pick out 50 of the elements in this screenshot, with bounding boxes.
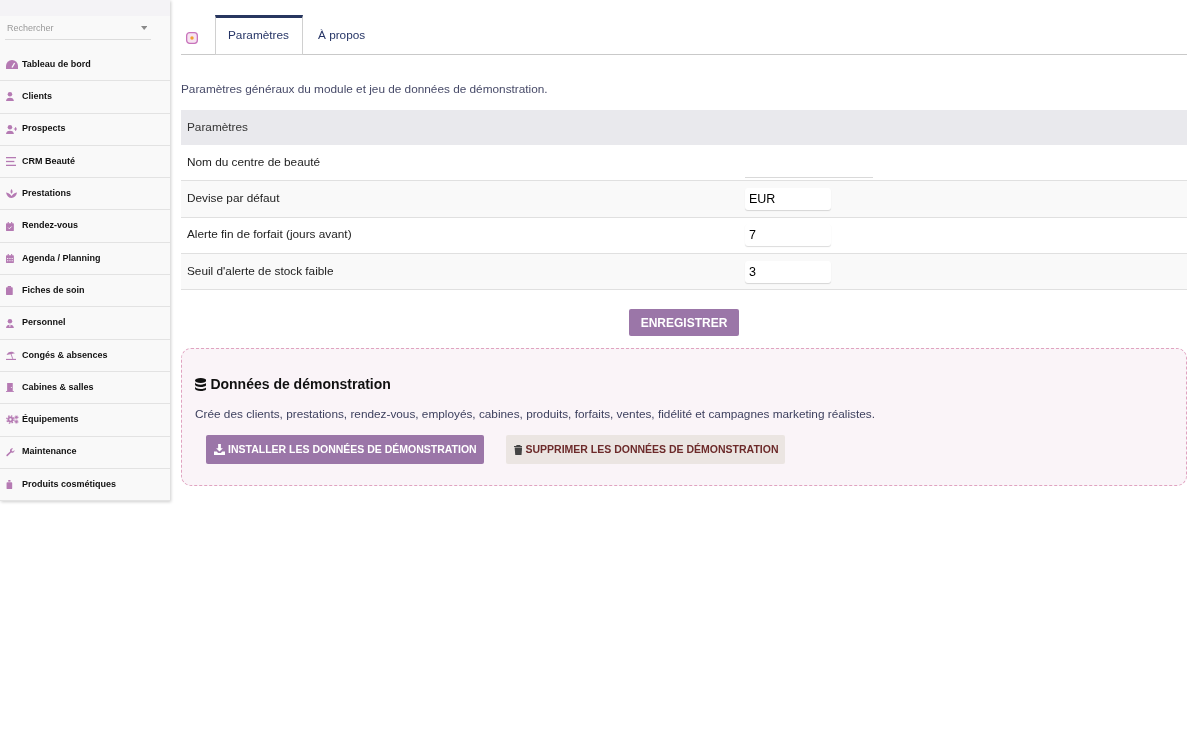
tab[interactable]: À propos	[305, 15, 380, 55]
bottle-icon	[6, 480, 13, 489]
gauge-icon	[6, 60, 18, 70]
user-plus-icon	[6, 124, 18, 134]
sidebar-item[interactable]: CRM Beauté	[0, 145, 170, 179]
calendar-icon	[6, 253, 14, 263]
caret-icon	[140, 26, 147, 30]
description-text: Crée des clients, prestations, rendez-vous, employés, cabines, produits, forfaits, ventes, fidélité et campagnes marketing réalistes.	[195, 406, 876, 424]
text-field[interactable]: 3	[745, 260, 831, 283]
table-header: Paramètres	[181, 110, 1187, 145]
search-field[interactable]: Rechercher	[5, 16, 151, 40]
setting-label: Seuil d'alerte de stock faible	[186, 262, 335, 280]
delete-demo-button[interactable]: SUPPRIMER LES DONNÉES DE DÉMONSTRATION	[505, 435, 786, 465]
sidebar-item[interactable]: Rendez-vous	[0, 210, 170, 243]
sidebar-item[interactable]: Personnel	[0, 307, 170, 340]
setting-label: Alerte fin de forfait (jours avant)	[186, 226, 353, 244]
door-icon	[6, 383, 14, 393]
sidebar-item[interactable]: Maintenance	[0, 436, 170, 469]
text-field[interactable]: 7	[745, 224, 831, 247]
sidebar-item[interactable]: Tableau de bord	[0, 49, 170, 82]
calendar-check-icon	[6, 221, 14, 231]
lotus-icon	[6, 189, 18, 199]
sidebar-item[interactable]: Cabines & salles	[0, 371, 170, 405]
sidebar-item[interactable]: Agenda / Planning	[0, 242, 170, 276]
person-icon	[6, 318, 14, 328]
setting-label: Devise par défaut	[186, 190, 281, 208]
clipboard-icon	[6, 286, 13, 296]
install-demo-button[interactable]: INSTALLER LES DONNÉES DE DÉMONSTRATION	[206, 435, 484, 465]
text-field[interactable]: EUR	[745, 187, 831, 210]
sidebar-item[interactable]: Clients	[0, 81, 170, 114]
sidebar-item[interactable]: Fiches de soin	[0, 275, 170, 308]
section-title: Données de démonstration	[210, 375, 391, 395]
trash-icon	[513, 444, 523, 455]
module-logo-icon	[186, 31, 198, 44]
sidebar-item[interactable]: Prestations	[0, 178, 170, 211]
description-text: Paramètres généraux du module et jeu de données de démonstration.	[181, 81, 549, 98]
sidebar-item[interactable]: Prospects	[0, 113, 170, 146]
beach-umbrella-icon	[6, 350, 17, 360]
setting-label: Nom du centre de beauté	[186, 153, 322, 171]
list-icon	[6, 157, 17, 167]
sidebar-item[interactable]: Congés & absences	[0, 339, 170, 372]
download-icon	[214, 444, 225, 456]
wrench-icon	[6, 447, 15, 457]
sidebar-item[interactable]: Équipements	[0, 404, 170, 437]
user-icon	[6, 92, 14, 102]
gears-icon	[6, 415, 19, 425]
save-button[interactable]: ENREGISTRER	[628, 309, 740, 337]
tab[interactable]: Paramètres	[215, 15, 303, 55]
database-icon	[195, 377, 207, 391]
sidebar-item[interactable]: Produits cosmétiques	[0, 468, 170, 502]
